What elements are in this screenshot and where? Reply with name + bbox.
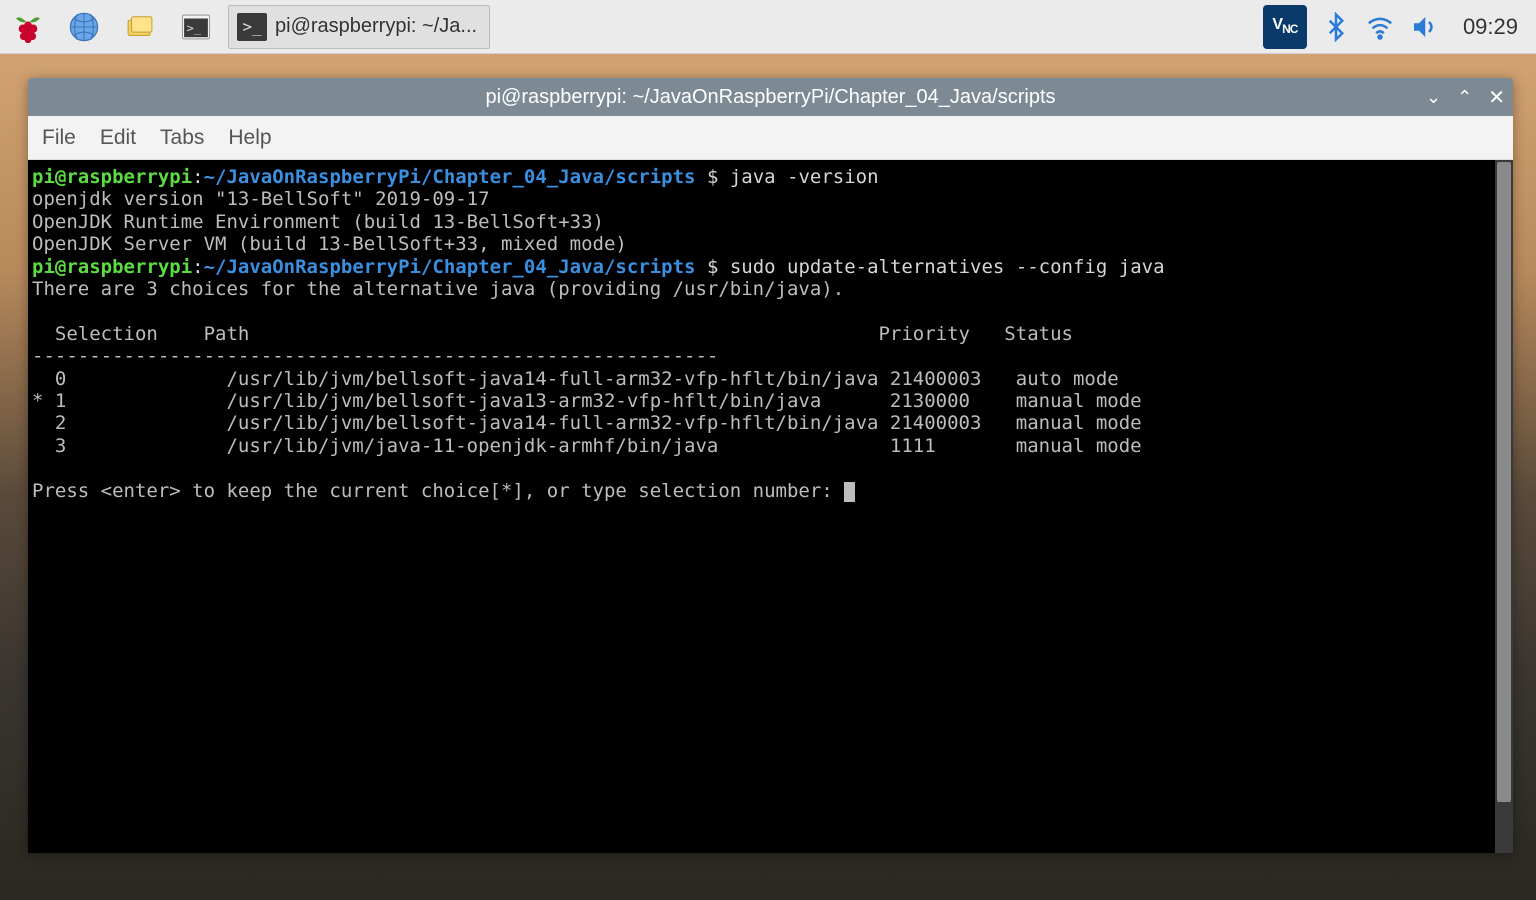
minimize-button[interactable]: ⌄: [1426, 87, 1441, 108]
terminal-icon: >_: [237, 13, 267, 41]
vnc-icon[interactable]: VNC: [1263, 5, 1307, 49]
menu-file[interactable]: File: [42, 126, 76, 150]
window-controls: ⌄ ⌃ ✕: [1426, 78, 1505, 116]
globe-browser-icon[interactable]: [60, 3, 108, 51]
wifi-icon[interactable]: [1365, 12, 1395, 42]
raspberry-menu-icon[interactable]: [4, 3, 52, 51]
terminal-body[interactable]: pi@raspberrypi:~/JavaOnRaspberryPi/Chapt…: [28, 160, 1495, 853]
terminal-window: pi@raspberrypi: ~/JavaOnRaspberryPi/Chap…: [28, 78, 1513, 853]
taskbar: >_ >_ pi@raspberrypi: ~/Ja... VNC: [0, 0, 1536, 54]
menu-help[interactable]: Help: [228, 126, 271, 150]
window-titlebar[interactable]: pi@raspberrypi: ~/JavaOnRaspberryPi/Chap…: [28, 78, 1513, 116]
clock[interactable]: 09:29: [1453, 14, 1528, 40]
scrollbar-thumb[interactable]: [1497, 162, 1511, 802]
taskbar-left: >_ >_ pi@raspberrypi: ~/Ja...: [4, 3, 1259, 51]
taskbar-app-label: pi@raspberrypi: ~/Ja...: [275, 15, 477, 38]
volume-icon[interactable]: [1409, 12, 1439, 42]
menu-edit[interactable]: Edit: [100, 126, 136, 150]
scrollbar[interactable]: [1495, 160, 1513, 853]
terminal-body-wrap: pi@raspberrypi:~/JavaOnRaspberryPi/Chapt…: [28, 160, 1513, 853]
bluetooth-icon[interactable]: [1321, 12, 1351, 42]
terminal-launcher-icon[interactable]: >_: [172, 3, 220, 51]
menu-tabs[interactable]: Tabs: [160, 126, 204, 150]
taskbar-app-terminal[interactable]: >_ pi@raspberrypi: ~/Ja...: [228, 5, 490, 49]
menubar: File Edit Tabs Help: [28, 116, 1513, 160]
close-button[interactable]: ✕: [1488, 85, 1505, 110]
maximize-button[interactable]: ⌃: [1457, 87, 1472, 108]
svg-text:>_: >_: [187, 21, 202, 35]
window-title: pi@raspberrypi: ~/JavaOnRaspberryPi/Chap…: [28, 86, 1513, 109]
taskbar-right: VNC 09:29: [1263, 5, 1528, 49]
file-manager-icon[interactable]: [116, 3, 164, 51]
